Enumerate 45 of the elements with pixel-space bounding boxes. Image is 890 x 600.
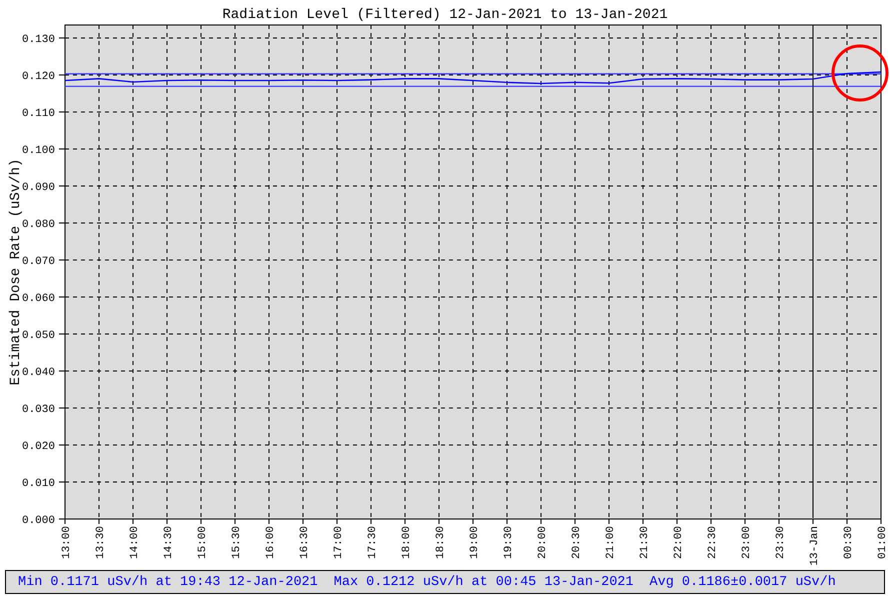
axis-label: 20:00 bbox=[537, 526, 549, 560]
axis-label: 0.020 bbox=[22, 441, 55, 453]
axis-label: 0.030 bbox=[22, 404, 55, 416]
axis-label: 0.080 bbox=[22, 218, 55, 231]
axis-label: 22:30 bbox=[707, 526, 719, 560]
axis-label: 15:30 bbox=[231, 526, 243, 560]
stat-text: Avg 0.1186±0.0017 uSv/h bbox=[650, 574, 836, 590]
axis-label: 16:30 bbox=[299, 526, 311, 560]
axis-label: 0.090 bbox=[22, 182, 55, 194]
axis-label: 0.000 bbox=[22, 515, 55, 527]
axis-label: 13:00 bbox=[61, 526, 73, 560]
axis-label: 0.130 bbox=[22, 34, 55, 46]
axis-title: Estimated Dose Rate (uSv/h) bbox=[8, 158, 24, 386]
axis-label: 18:30 bbox=[435, 526, 447, 560]
axis-label: 15:00 bbox=[197, 526, 209, 560]
axis-label: 18:00 bbox=[401, 526, 413, 560]
axis-label: 13-Jan bbox=[809, 526, 821, 566]
axis-label: 23:30 bbox=[775, 526, 787, 560]
axis-label: 19:30 bbox=[503, 526, 515, 560]
axis-label: 21:00 bbox=[605, 526, 617, 560]
axis-label: 14:00 bbox=[129, 526, 141, 560]
chart-title: Radiation Level (Filtered) 12-Jan-2021 to 13-Jan-2021 bbox=[222, 7, 668, 23]
axis-label: 22:00 bbox=[673, 526, 685, 560]
stat-text: Min 0.1171 uSv/h at 19:43 12-Jan-2021 bbox=[18, 574, 318, 590]
axis-label: 14:30 bbox=[163, 526, 175, 560]
axis-label: 0.070 bbox=[22, 256, 55, 268]
axis-label: 0.010 bbox=[22, 478, 55, 490]
axis-label: 0.120 bbox=[22, 70, 55, 83]
axis-label: 16:00 bbox=[265, 526, 277, 560]
axis-label: 0.110 bbox=[22, 108, 55, 120]
axis-label: 17:30 bbox=[367, 526, 379, 560]
axis-label: 20:30 bbox=[571, 526, 583, 560]
axis-label: 0.100 bbox=[22, 144, 55, 157]
axis-label: 19:00 bbox=[469, 526, 481, 560]
axis-label: 00:30 bbox=[843, 526, 855, 560]
axis-label: 0.050 bbox=[22, 330, 55, 342]
axis-label: 0.060 bbox=[22, 292, 55, 305]
axis-label: 13:30 bbox=[95, 526, 107, 560]
axis-label: 23:00 bbox=[741, 526, 753, 560]
axis-label: 17:00 bbox=[333, 526, 345, 560]
highlight-circle bbox=[832, 44, 888, 102]
stat-text: Max 0.1212 uSv/h at 00:45 13-Jan-2021 bbox=[334, 574, 634, 590]
axis-label: 0.040 bbox=[22, 366, 55, 379]
axis-label: 01:00 bbox=[877, 526, 889, 560]
axis-label: 21:30 bbox=[639, 526, 651, 560]
